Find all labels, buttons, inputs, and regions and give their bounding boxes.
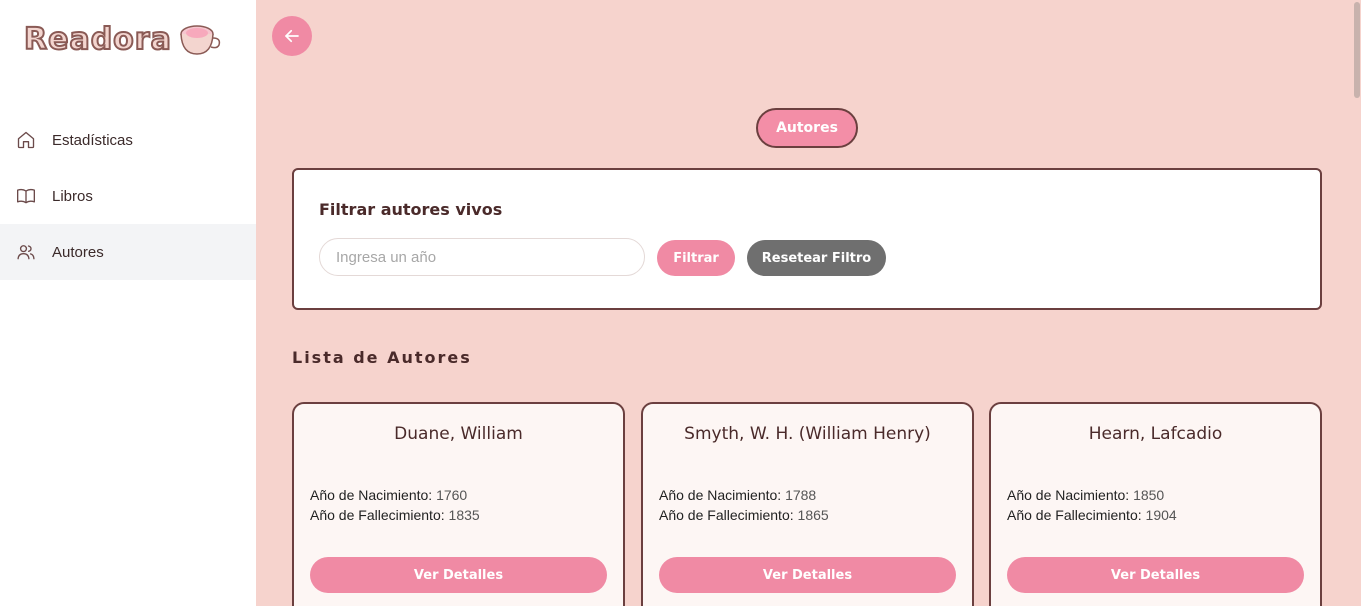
arrow-left-icon	[285, 29, 299, 43]
birth-label: Año de Nacimiento:	[659, 487, 782, 503]
author-card: Smyth, W. H. (William Henry) Año de Naci…	[641, 402, 974, 606]
death-label: Año de Fallecimiento:	[659, 507, 794, 523]
birth-year: 1850	[1133, 487, 1165, 503]
death-year: 1904	[1145, 507, 1177, 523]
author-info: Año de Nacimiento: 1760 Año de Fallecimi…	[310, 485, 480, 525]
view-details-button[interactable]: Ver Detalles	[310, 557, 607, 593]
sidebar-item-estadisticas[interactable]: Estadísticas	[0, 112, 256, 168]
sidebar-item-libros[interactable]: Libros	[0, 168, 256, 224]
death-year: 1865	[797, 507, 829, 523]
sidebar-item-label: Autores	[52, 243, 104, 261]
sidebar-nav: Estadísticas Libros Autores	[0, 112, 256, 280]
death-label: Año de Fallecimiento:	[1007, 507, 1142, 523]
coffee-cup-icon	[180, 25, 220, 55]
author-info: Año de Nacimiento: 1850 Año de Fallecimi…	[1007, 485, 1177, 525]
author-list-title: Lista de Autores	[292, 348, 472, 367]
view-details-button[interactable]: Ver Detalles	[1007, 557, 1304, 593]
page-title: Autores	[756, 108, 858, 148]
author-name: Smyth, W. H. (William Henry)	[684, 424, 931, 444]
death-label: Año de Fallecimiento:	[310, 507, 445, 523]
author-name: Hearn, Lafcadio	[1088, 424, 1223, 444]
birth-year: 1760	[436, 487, 468, 503]
year-input[interactable]	[319, 238, 645, 276]
logo-text: Readora	[23, 21, 172, 58]
death-year: 1835	[448, 507, 480, 523]
author-name: Duane, William	[394, 424, 523, 444]
sidebar-item-autores[interactable]: Autores	[0, 224, 256, 280]
back-button[interactable]	[272, 16, 312, 56]
book-icon	[17, 188, 35, 204]
reset-filter-button[interactable]: Resetear Filtro	[747, 240, 886, 276]
home-icon	[17, 131, 35, 149]
birth-label: Año de Nacimiento:	[1007, 487, 1130, 503]
filter-button[interactable]: Filtrar	[657, 240, 735, 276]
scrollbar-thumb[interactable]	[1354, 2, 1360, 98]
users-icon	[17, 245, 35, 260]
sidebar-item-label: Libros	[52, 187, 93, 205]
page-scrollbar[interactable]	[1353, 0, 1361, 606]
author-card: Hearn, Lafcadio Año de Nacimiento: 1850 …	[989, 402, 1322, 606]
app-logo[interactable]: Readora	[23, 20, 222, 58]
filter-panel: Filtrar autores vivos Filtrar Resetear F…	[292, 168, 1322, 310]
author-info: Año de Nacimiento: 1788 Año de Fallecimi…	[659, 485, 829, 525]
filter-title: Filtrar autores vivos	[319, 200, 503, 219]
birth-year: 1788	[785, 487, 817, 503]
sidebar: Readora Estadísticas Libros Autores	[0, 0, 256, 606]
author-card: Duane, William Año de Nacimiento: 1760 A…	[292, 402, 625, 606]
view-details-button[interactable]: Ver Detalles	[659, 557, 956, 593]
sidebar-item-label: Estadísticas	[52, 131, 133, 149]
birth-label: Año de Nacimiento:	[310, 487, 433, 503]
